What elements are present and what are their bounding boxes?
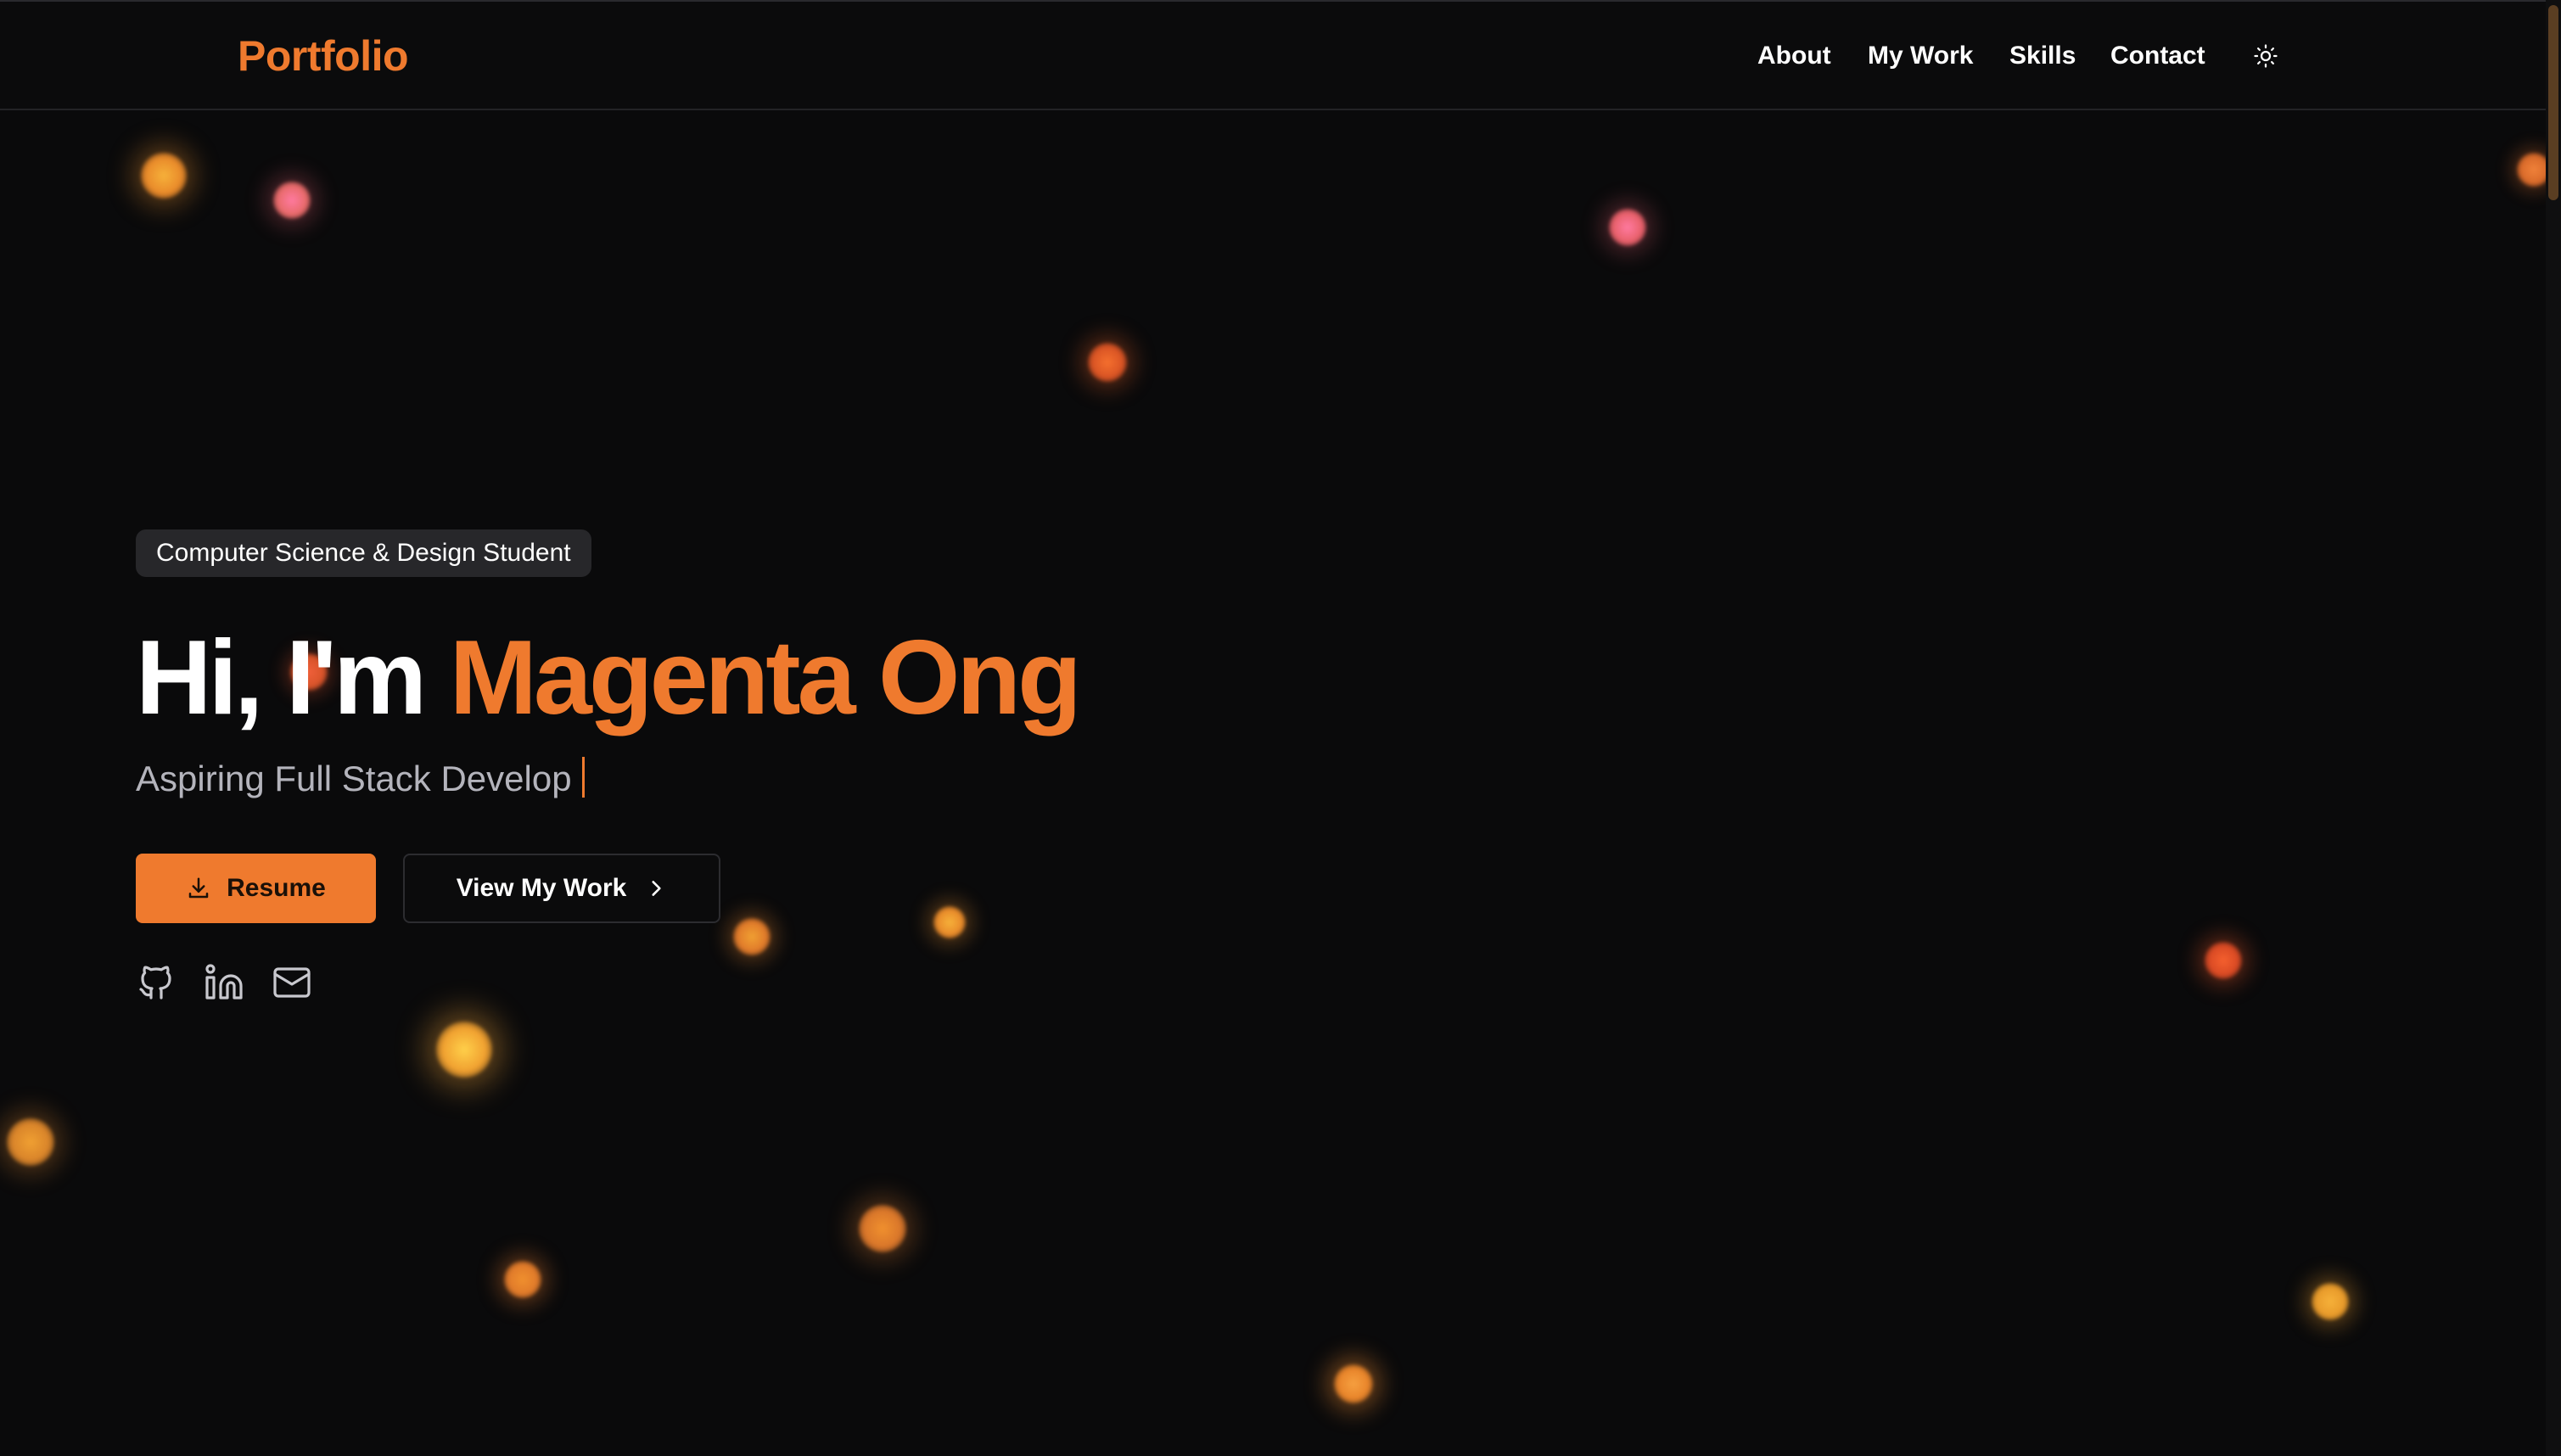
greeting-text: Hi, I'm (136, 619, 427, 736)
download-icon (188, 877, 209, 899)
nav-link-skills[interactable]: Skills (2009, 39, 2076, 73)
github-link[interactable] (136, 962, 177, 1003)
typing-caret (581, 757, 585, 798)
mail-icon (273, 967, 311, 998)
role-badge: Computer Science & Design Student (136, 529, 591, 577)
resume-label: Resume (227, 874, 326, 902)
view-my-work-button[interactable]: View My Work (403, 854, 720, 923)
hero-section: Computer Science & Design Student Hi, I'… (136, 529, 1082, 1000)
subtitle-text: Aspiring Full Stack Develop (136, 759, 572, 798)
particle (7, 1118, 54, 1166)
chevron-right-icon (652, 881, 661, 896)
particle (2205, 942, 2242, 979)
view-my-work-label: View My Work (456, 874, 627, 902)
particle (733, 918, 771, 955)
particle (1088, 343, 1127, 382)
hero-name: Magenta Ong (449, 619, 1082, 736)
particle (273, 182, 311, 219)
scrollbar-thumb[interactable] (2548, 5, 2558, 200)
particle (504, 1261, 541, 1298)
particle (436, 1022, 492, 1078)
page: Portfolio About My Work Skills Contact C… (0, 0, 2561, 1456)
theme-toggle-button[interactable] (2249, 39, 2283, 73)
github-icon (139, 966, 171, 1000)
particle (1334, 1364, 1373, 1403)
email-link[interactable] (272, 962, 312, 1003)
typing-subtitle: Aspiring Full Stack Develop (136, 755, 585, 803)
site-header: Portfolio About My Work Skills Contact (0, 2, 2546, 110)
linkedin-icon (205, 964, 243, 1000)
particle (2312, 1283, 2349, 1320)
hero-headline: Hi, I'm Magenta Ong (136, 614, 1082, 742)
sun-icon (2254, 44, 2278, 68)
linkedin-link[interactable] (204, 962, 244, 1003)
particle (859, 1205, 906, 1252)
nav-link-about[interactable]: About (1757, 39, 1831, 73)
page-scrollbar[interactable] (2546, 0, 2561, 1456)
logo[interactable]: Portfolio (238, 29, 409, 83)
nav-link-my-work[interactable]: My Work (1868, 39, 1973, 73)
particle (933, 906, 966, 938)
resume-button[interactable]: Resume (136, 854, 376, 923)
particle (141, 153, 187, 199)
nav-link-contact[interactable]: Contact (2110, 39, 2205, 73)
particle (1609, 209, 1646, 246)
